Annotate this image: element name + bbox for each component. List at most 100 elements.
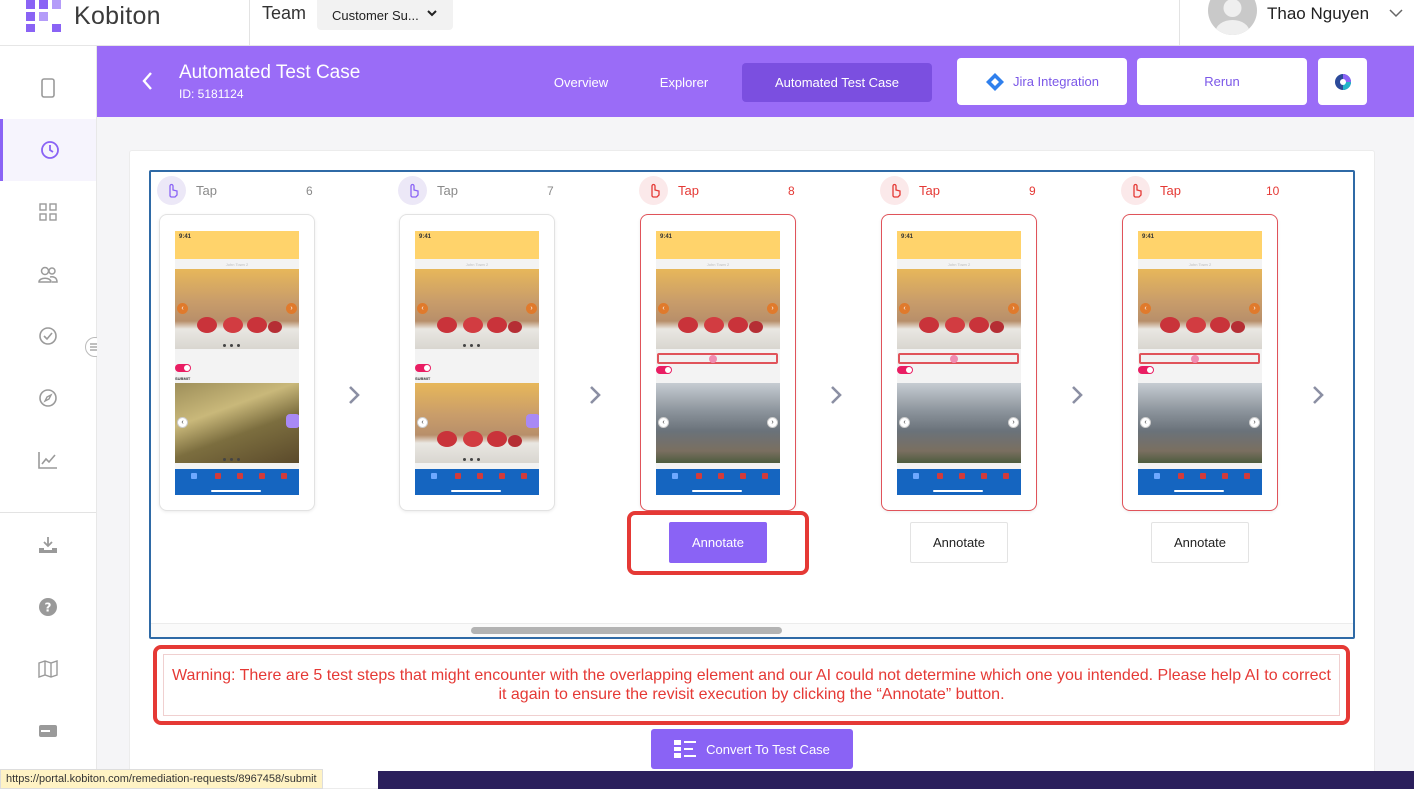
kobiton-logo[interactable]: Kobiton bbox=[26, 0, 161, 32]
step-action: Tap bbox=[1160, 182, 1181, 198]
annotate-button[interactable]: Annotate bbox=[910, 522, 1008, 563]
tap-gesture-icon bbox=[157, 175, 186, 205]
warning-text: Warning: There are 5 test steps that mig… bbox=[163, 654, 1340, 716]
city-image: ‹ › bbox=[656, 383, 780, 463]
kobiton-logo-icon bbox=[26, 0, 61, 32]
tab-explorer[interactable]: Explorer bbox=[634, 63, 734, 102]
page-header: Automated Test Case ID: 5181124 Overview… bbox=[97, 46, 1414, 117]
caption-top: John Town 2 bbox=[225, 262, 249, 267]
sidebar-item-help[interactable]: ? bbox=[0, 576, 96, 638]
scrollbar-thumb[interactable] bbox=[471, 627, 782, 634]
toggle-switch bbox=[1138, 366, 1154, 374]
user-name[interactable]: Thao Nguyen bbox=[1267, 4, 1369, 24]
toggle-switch bbox=[897, 366, 913, 374]
step-screenshot[interactable]: 9:41 John Town 2 ‹ › SUBMIT ‹ bbox=[159, 214, 315, 511]
strawberry-image: ‹ › bbox=[1138, 269, 1262, 349]
apps-grid-icon bbox=[39, 203, 57, 221]
carousel-next-icon: › bbox=[286, 303, 297, 314]
tab-overview[interactable]: Overview bbox=[528, 63, 634, 102]
back-arrow-icon[interactable] bbox=[141, 70, 153, 92]
download-tray-icon bbox=[39, 537, 57, 553]
check-circle-icon bbox=[39, 327, 57, 345]
status-time: 9:41 bbox=[419, 234, 432, 240]
tap-gesture-icon bbox=[880, 175, 909, 205]
carousel-next-icon: › bbox=[767, 417, 778, 428]
step-screenshot[interactable]: 9:41 John Town 2 ‹ › ‹ › bbox=[640, 214, 796, 511]
highlight-handle bbox=[526, 414, 539, 428]
device-screen: 9:41 John Town 2 ‹ › ‹ › bbox=[897, 231, 1021, 495]
compass-icon bbox=[39, 389, 57, 407]
toggle-switch bbox=[175, 364, 191, 372]
carousel-dots bbox=[223, 458, 240, 461]
carousel-prev-icon: ‹ bbox=[417, 417, 428, 428]
carousel-prev-icon: ‹ bbox=[417, 303, 428, 314]
sidebar-item-users[interactable] bbox=[0, 243, 96, 305]
submit-label: SUBMIT bbox=[175, 376, 191, 381]
top-bar: Kobiton Team Customer Su... Thao Nguyen bbox=[0, 0, 1414, 46]
sidebar-item-downloads[interactable] bbox=[0, 514, 96, 576]
footer-strip bbox=[378, 771, 1414, 789]
team-select-value: Customer Su... bbox=[332, 7, 419, 23]
step-action: Tap bbox=[196, 182, 217, 198]
jira-integration-button[interactable]: Jira Integration bbox=[957, 58, 1127, 105]
sidebar-item-apps[interactable] bbox=[0, 181, 96, 243]
avatar[interactable] bbox=[1208, 0, 1257, 35]
page-subtitle: ID: 5181124 bbox=[179, 87, 244, 101]
chevron-right-icon bbox=[831, 386, 842, 404]
chevron-right-icon bbox=[1072, 386, 1083, 404]
carousel-next-icon: › bbox=[1249, 303, 1260, 314]
city-image: ‹ › bbox=[897, 383, 1021, 463]
status-bar: 9:41 bbox=[1138, 231, 1262, 259]
sidebar-item-tests[interactable] bbox=[0, 305, 96, 367]
step-screenshot[interactable]: 9:41 John Town 2 ‹ › SUBMIT ‹ bbox=[399, 214, 555, 511]
sidebar-item-devices[interactable] bbox=[0, 57, 96, 119]
carousel-prev-icon: ‹ bbox=[658, 303, 669, 314]
step-action: Tap bbox=[678, 182, 699, 198]
rerun-button[interactable]: Rerun bbox=[1137, 58, 1307, 105]
clock-icon bbox=[40, 141, 59, 159]
bottom-nav bbox=[175, 469, 299, 495]
convert-to-test-case-button[interactable]: Convert To Test Case bbox=[651, 729, 853, 769]
tab-automated-test-case[interactable]: Automated Test Case bbox=[742, 63, 932, 102]
horizontal-scrollbar[interactable] bbox=[151, 623, 1353, 637]
status-bar: 9:41 bbox=[175, 231, 299, 259]
strawberry-image: ‹ › bbox=[175, 269, 299, 349]
team-select[interactable]: Customer Su... bbox=[317, 0, 453, 30]
carousel-dots bbox=[463, 458, 480, 461]
caption-top: John Town 2 bbox=[947, 262, 971, 267]
jira-label: Jira Integration bbox=[1013, 74, 1099, 89]
step-header: Tap bbox=[880, 175, 940, 205]
device-screen: 9:41 John Town 2 ‹ › SUBMIT ‹ bbox=[415, 231, 539, 495]
chevron-down-icon[interactable] bbox=[1389, 8, 1403, 18]
chevron-right-icon bbox=[590, 386, 601, 404]
carousel-prev-icon: ‹ bbox=[1140, 417, 1151, 428]
test-steps-carousel[interactable]: Tap 6 9:41 John Town 2 ‹ › SUBMIT ‹ Tap … bbox=[149, 170, 1355, 639]
toggle-switch bbox=[656, 366, 672, 374]
sidebar-item-map[interactable] bbox=[0, 638, 96, 700]
step-screenshot[interactable]: 9:41 John Town 2 ‹ › ‹ › bbox=[881, 214, 1037, 511]
sidebar-item-explore[interactable] bbox=[0, 367, 96, 429]
brand-name: Kobiton bbox=[74, 1, 161, 30]
device-screen: 9:41 John Town 2 ‹ › SUBMIT ‹ bbox=[175, 231, 299, 495]
caption-top: John Town 2 bbox=[1188, 262, 1212, 267]
carousel-prev-icon: ‹ bbox=[899, 417, 910, 428]
step-number: 8 bbox=[788, 184, 795, 198]
bottom-nav bbox=[656, 469, 780, 495]
status-time: 9:41 bbox=[660, 234, 673, 240]
sidebar-item-billing[interactable] bbox=[0, 700, 96, 762]
page-title: Automated Test Case bbox=[179, 62, 361, 83]
carousel-next-icon: › bbox=[1008, 417, 1019, 428]
bottom-nav bbox=[415, 469, 539, 495]
carousel-next-icon: › bbox=[767, 303, 778, 314]
status-time: 9:41 bbox=[179, 234, 192, 240]
step-number: 10 bbox=[1266, 184, 1280, 198]
device-icon bbox=[41, 78, 55, 98]
sidebar-item-analytics[interactable] bbox=[0, 429, 96, 491]
annotate-button[interactable]: Annotate bbox=[1151, 522, 1249, 563]
ai-assistant-button[interactable] bbox=[1318, 58, 1367, 105]
step-screenshot[interactable]: 9:41 John Town 2 ‹ › ‹ › bbox=[1122, 214, 1278, 511]
step-header: Tap bbox=[1121, 175, 1181, 205]
sidebar-item-sessions[interactable] bbox=[0, 119, 96, 181]
annotate-button[interactable]: Annotate bbox=[669, 522, 767, 563]
caption-top: John Town 2 bbox=[465, 262, 489, 267]
